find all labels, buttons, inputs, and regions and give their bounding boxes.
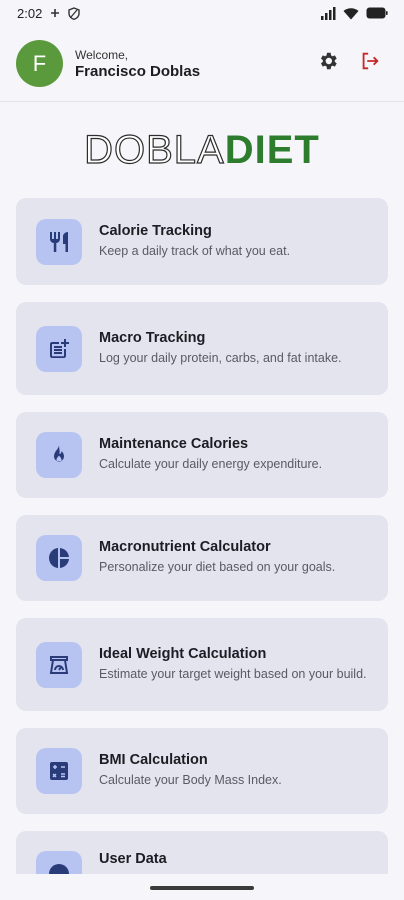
card-macronutrient-calculator[interactable]: Macronutrient Calculator Personalize you… xyxy=(16,515,388,601)
card-title: Ideal Weight Calculation xyxy=(99,645,267,662)
card-title: BMI Calculation xyxy=(99,752,208,768)
status-time: 2:02 xyxy=(17,5,43,21)
app-logo: DOBLA DIET xyxy=(84,128,320,172)
card-description: Estimate your target weight based on you… xyxy=(99,666,367,681)
calculator-icon xyxy=(36,748,82,794)
logo-text-dobla: DOBLA xyxy=(84,128,225,172)
avatar[interactable]: F xyxy=(16,40,63,87)
card-description: Personalize your diet based on your goal… xyxy=(99,560,336,574)
scale-icon xyxy=(36,641,82,688)
card-description: Calculate your daily energy expenditure. xyxy=(99,457,323,471)
logo-text-diet: DIET xyxy=(224,128,320,172)
card-calorie-tracking[interactable]: Calorie Tracking Keep a daily track of w… xyxy=(16,198,388,285)
card-title: Maintenance Calories xyxy=(99,436,249,452)
settings-button[interactable] xyxy=(310,46,346,82)
home-indicator[interactable] xyxy=(150,886,254,890)
feature-list: Calorie Tracking Keep a daily track of w… xyxy=(0,198,404,900)
battery-icon xyxy=(366,7,388,19)
settings-icon xyxy=(317,50,339,77)
card-title: Macronutrient Calculator xyxy=(99,539,271,555)
shield-icon xyxy=(68,6,81,20)
logo-area: DOBLA DIET xyxy=(0,102,404,198)
welcome-label: Welcome, xyxy=(75,47,129,62)
card-text: Calorie Tracking Keep a daily track of w… xyxy=(99,223,290,261)
card-title: User Data xyxy=(99,851,167,867)
flame-icon xyxy=(36,432,82,478)
card-description: Log your daily protein, carbs, and fat i… xyxy=(99,350,342,365)
user-name: Francisco Doblas xyxy=(75,62,201,80)
welcome-block: Welcome, Francisco Doblas xyxy=(75,48,310,80)
post-add-icon xyxy=(36,325,82,372)
logout-icon xyxy=(359,50,381,77)
card-title: Calorie Tracking xyxy=(99,222,212,239)
card-text: Macronutrient Calculator Personalize you… xyxy=(99,539,335,577)
wifi-icon xyxy=(343,7,359,20)
card-text: Macro Tracking Log your daily protein, c… xyxy=(99,330,342,368)
pie-chart-icon xyxy=(36,535,82,581)
status-left: 2:02 xyxy=(17,5,81,21)
card-title: Macro Tracking xyxy=(99,329,206,346)
card-description: Keep a daily track of what you eat. xyxy=(99,243,291,258)
logout-button[interactable] xyxy=(352,46,388,82)
card-description: Calculate your Body Mass Index. xyxy=(99,773,282,787)
card-text: User Data xyxy=(99,851,167,867)
card-maintenance-calories[interactable]: Maintenance Calories Calculate your dail… xyxy=(16,412,388,498)
card-text: BMI Calculation Calculate your Body Mass… xyxy=(99,752,282,790)
signal-icon xyxy=(320,6,336,20)
status-bar: 2:02 xyxy=(0,0,404,26)
app-header: F Welcome, Francisco Doblas xyxy=(0,26,404,102)
card-ideal-weight[interactable]: Ideal Weight Calculation Estimate your t… xyxy=(16,618,388,711)
card-bmi-calculation[interactable]: BMI Calculation Calculate your Body Mass… xyxy=(16,728,388,814)
utensils-icon xyxy=(36,218,82,265)
status-right xyxy=(320,6,388,20)
card-text: Ideal Weight Calculation Estimate your t… xyxy=(99,646,367,684)
card-macro-tracking[interactable]: Macro Tracking Log your daily protein, c… xyxy=(16,302,388,395)
card-text: Maintenance Calories Calculate your dail… xyxy=(99,436,322,474)
plus-icon xyxy=(50,8,60,18)
